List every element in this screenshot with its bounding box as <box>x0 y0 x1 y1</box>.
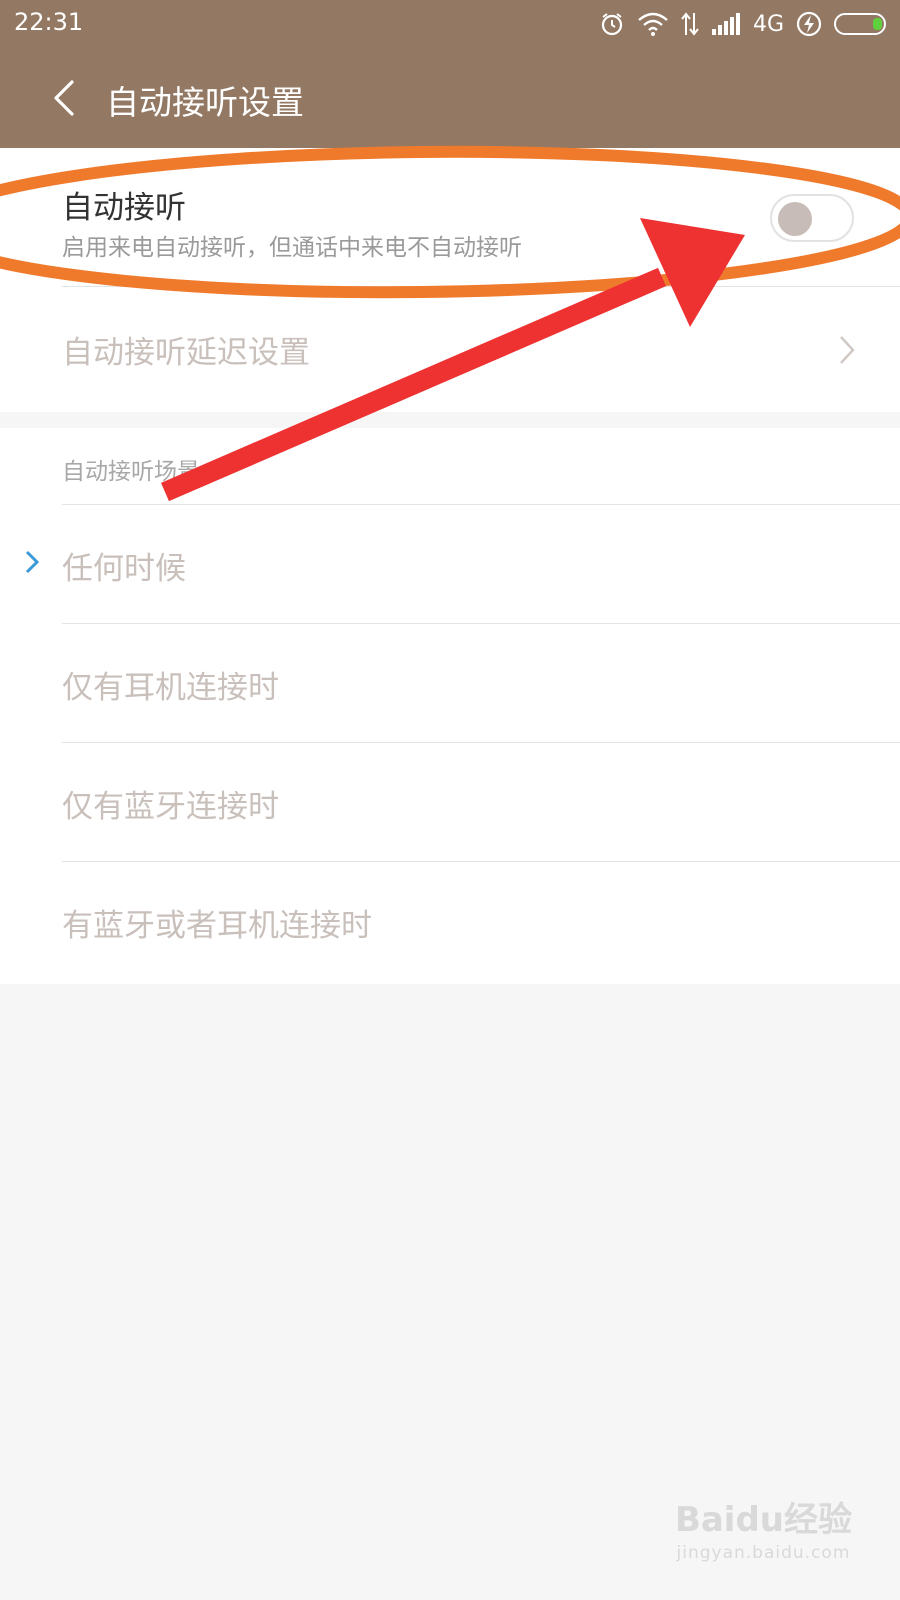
scene-option-label: 任何时候 <box>62 551 186 587</box>
delay-settings-label: 自动接听延迟设置 <box>62 335 310 371</box>
status-bar: 22:31 4G <box>0 0 900 48</box>
watermark: Baidu经验 jingyan.baidu.com <box>675 1492 852 1563</box>
back-arrow-icon <box>54 80 74 116</box>
auto-answer-subtitle: 启用来电自动接听，但通话中来电不自动接听 <box>62 235 522 261</box>
scene-option-bluetooth[interactable]: 仅有蓝牙连接时 <box>0 743 900 861</box>
auto-answer-toggle[interactable] <box>770 194 854 242</box>
selected-check-icon <box>25 550 40 574</box>
scene-option-headset[interactable]: 仅有耳机连接时 <box>0 624 900 742</box>
scenes-header: 自动接听场景 <box>62 459 200 485</box>
delay-settings-row[interactable]: 自动接听延迟设置 <box>0 287 900 412</box>
scene-option-label: 仅有蓝牙连接时 <box>62 789 279 825</box>
chevron-right-icon <box>840 336 855 364</box>
watermark-logo: Baidu经验 <box>674 1500 852 1540</box>
toggle-knob <box>778 202 812 236</box>
title-bar: 自动接听设置 <box>0 48 900 148</box>
scenes-card: 自动接听场景 任何时候 仅有耳机连接时 仅有蓝牙连接时 有蓝牙或者耳机连接时 <box>0 428 900 984</box>
scene-option-anytime[interactable]: 任何时候 <box>0 505 900 623</box>
scene-option-bluetooth-or-headset[interactable]: 有蓝牙或者耳机连接时 <box>0 862 900 980</box>
status-time: 22:31 <box>14 8 84 36</box>
watermark-url: jingyan.baidu.com <box>676 1543 851 1563</box>
data-arrows-icon <box>681 11 699 37</box>
battery-icon <box>834 12 890 36</box>
auto-answer-title: 自动接听 <box>62 190 186 226</box>
auto-answer-row[interactable]: 自动接听 启用来电自动接听，但通话中来电不自动接听 <box>0 148 900 286</box>
signal-icon <box>711 13 741 35</box>
scene-option-label: 仅有耳机连接时 <box>62 670 279 706</box>
status-icons: 4G <box>599 8 890 40</box>
charging-icon <box>796 11 822 37</box>
page-title: 自动接听设置 <box>106 83 304 122</box>
wifi-icon <box>637 11 669 37</box>
back-button[interactable] <box>44 74 84 122</box>
network-type: 4G <box>752 11 784 37</box>
alarm-icon <box>599 11 625 37</box>
scene-option-label: 有蓝牙或者耳机连接时 <box>62 908 372 944</box>
settings-card: 自动接听 启用来电自动接听，但通话中来电不自动接听 自动接听延迟设置 <box>0 148 900 412</box>
